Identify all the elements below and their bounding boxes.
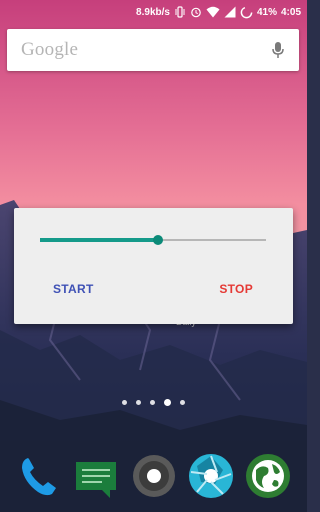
aperture-icon[interactable] bbox=[187, 452, 235, 500]
google-logo: Google bbox=[21, 39, 79, 60]
page-dot bbox=[136, 400, 141, 405]
wifi-icon bbox=[206, 6, 220, 18]
page-dot bbox=[150, 400, 155, 405]
page-indicator bbox=[0, 399, 307, 406]
microphone-icon[interactable] bbox=[271, 41, 285, 59]
battery-level: 41% bbox=[256, 6, 277, 18]
app-dock bbox=[0, 452, 307, 500]
status-bar: 8.9kb/s 41% 4:05 bbox=[0, 0, 307, 24]
signal-icon bbox=[224, 6, 236, 18]
page-dot bbox=[122, 400, 127, 405]
page-dot bbox=[180, 400, 185, 405]
slider-fill bbox=[40, 238, 158, 242]
phone-icon[interactable] bbox=[16, 452, 64, 500]
battery-ring-icon bbox=[240, 6, 253, 18]
google-search-bar[interactable]: Google bbox=[7, 29, 299, 71]
alarm-icon bbox=[191, 7, 201, 18]
stop-button[interactable]: STOP bbox=[213, 278, 259, 300]
media-control-dialog: START STOP bbox=[14, 208, 293, 324]
slider-thumb[interactable] bbox=[152, 235, 163, 245]
clock: 4:05 bbox=[280, 6, 301, 18]
vibrate-icon bbox=[175, 6, 185, 18]
camera-icon[interactable] bbox=[130, 452, 178, 500]
network-speed: 8.9kb/s bbox=[136, 6, 170, 18]
browser-globe-icon[interactable] bbox=[244, 452, 292, 500]
hangouts-icon[interactable] bbox=[72, 452, 120, 500]
progress-slider[interactable] bbox=[40, 235, 266, 245]
page-dot bbox=[164, 399, 171, 406]
start-button[interactable]: START bbox=[47, 278, 100, 300]
